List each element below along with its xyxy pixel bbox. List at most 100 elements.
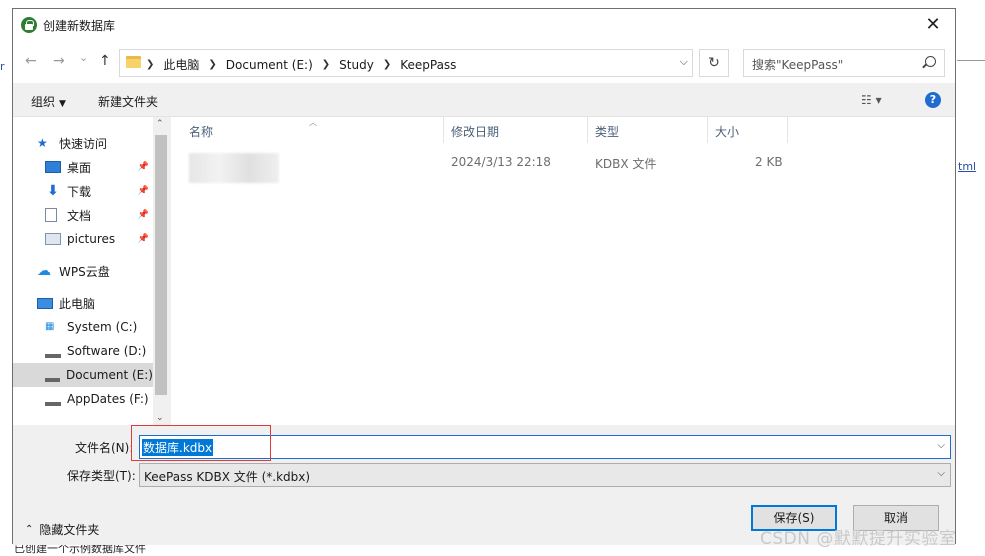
sidebar-item-system-drive[interactable]: ▦ System (C:) bbox=[13, 315, 153, 339]
title-bar: 创建新数据库 ✕ bbox=[13, 9, 955, 41]
breadcrumb-study[interactable]: Study bbox=[339, 58, 374, 72]
up-arrow-icon[interactable]: ↑ bbox=[99, 53, 111, 69]
sidebar-item-label: 快速访问 bbox=[59, 136, 108, 151]
breadcrumb: ❯ 此电脑 ❯ Document (E:) ❯ Study ❯ KeepPass bbox=[146, 56, 456, 73]
scroll-up-icon[interactable]: ⌃ bbox=[156, 119, 164, 129]
back-arrow-icon[interactable]: ← bbox=[25, 53, 37, 69]
caret-down-icon: ▼ bbox=[59, 99, 66, 109]
column-divider[interactable] bbox=[787, 117, 788, 143]
sidebar-item-label: 此电脑 bbox=[59, 296, 96, 311]
filetype-select[interactable]: KeePass KDBX 文件 (*.kdbx) ⌵ bbox=[139, 463, 951, 487]
hide-folders-toggle[interactable]: ⌃ 隐藏文件夹 bbox=[25, 521, 99, 538]
search-icon[interactable] bbox=[925, 56, 936, 67]
close-button[interactable]: ✕ bbox=[911, 9, 955, 41]
file-size: 2 KB bbox=[755, 155, 783, 169]
breadcrumb-separator-icon: ❯ bbox=[146, 59, 155, 70]
save-dialog: 创建新数据库 ✕ ← → ⌄ ↑ ❯ 此电脑 ❯ Document (E:) ❯… bbox=[12, 8, 956, 545]
scroll-down-icon[interactable]: ⌄ bbox=[156, 413, 164, 423]
column-divider[interactable] bbox=[707, 117, 708, 143]
drive-icon bbox=[45, 397, 61, 406]
forward-arrow-icon[interactable]: → bbox=[53, 53, 65, 69]
command-toolbar: 组织 ▼ 新建文件夹 ☷ ▾ ? bbox=[13, 83, 955, 117]
column-header-name[interactable]: 名称 bbox=[189, 123, 213, 140]
address-history-chevron-icon[interactable]: ⌵ bbox=[680, 55, 688, 69]
folder-icon bbox=[126, 56, 141, 68]
sidebar-item-label: Document (E:) bbox=[66, 368, 153, 382]
file-modified-date: 2024/3/13 22:18 bbox=[451, 155, 551, 169]
background-divider bbox=[957, 60, 985, 61]
sidebar-item-label: 桌面 bbox=[67, 160, 92, 175]
sidebar-item-label: WPS云盘 bbox=[59, 264, 110, 279]
dialog-title: 创建新数据库 bbox=[43, 19, 116, 33]
view-options-icon[interactable]: ☷ ▾ bbox=[861, 93, 882, 107]
sidebar-item-wps-cloud[interactable]: ☁ WPS云盘 bbox=[13, 259, 153, 283]
navigation-scrollbar[interactable]: ⌃ ⌄ bbox=[153, 117, 169, 425]
address-bar[interactable]: ❯ 此电脑 ❯ Document (E:) ❯ Study ❯ KeepPass… bbox=[119, 49, 693, 77]
column-divider[interactable] bbox=[587, 117, 588, 143]
navigation-bar: ← → ⌄ ↑ ❯ 此电脑 ❯ Document (E:) ❯ Study ❯ … bbox=[13, 41, 955, 83]
breadcrumb-separator-icon[interactable]: ❯ bbox=[208, 59, 216, 70]
drive-icon bbox=[45, 373, 61, 382]
keepass-lock-icon bbox=[21, 17, 37, 33]
sidebar-item-documents[interactable]: 文档 📌 bbox=[13, 203, 153, 227]
csdn-watermark: CSDN @默默提升实验室 bbox=[760, 529, 957, 549]
sidebar-item-label: pictures bbox=[67, 232, 116, 246]
sidebar-item-label: System (C:) bbox=[67, 320, 138, 334]
column-header-size[interactable]: 大小 bbox=[715, 123, 739, 140]
organize-menu[interactable]: 组织 ▼ bbox=[31, 93, 66, 110]
sidebar-item-software-drive[interactable]: Software (D:) bbox=[13, 339, 153, 363]
cloud-icon: ☁ bbox=[37, 263, 51, 279]
search-box[interactable]: 搜索"KeepPass" bbox=[743, 49, 945, 77]
drive-icon bbox=[45, 349, 61, 358]
breadcrumb-document-drive[interactable]: Document (E:) bbox=[226, 58, 313, 72]
sidebar-item-downloads[interactable]: ⬇ 下载 📌 bbox=[13, 179, 153, 203]
table-row[interactable]: 2024/3/13 22:18 KDBX 文件 2 KB bbox=[171, 147, 955, 183]
organize-label: 组织 bbox=[31, 95, 56, 109]
filetype-label: 保存类型(T): bbox=[67, 469, 136, 483]
refresh-button[interactable]: ↻ bbox=[699, 49, 729, 77]
sidebar-item-desktop[interactable]: 桌面 📌 bbox=[13, 155, 153, 179]
sidebar-item-pictures[interactable]: pictures 📌 bbox=[13, 227, 153, 251]
pin-icon[interactable]: 📌 bbox=[138, 162, 149, 172]
pin-icon[interactable]: 📌 bbox=[138, 186, 149, 196]
sidebar-item-label: Software (D:) bbox=[67, 344, 147, 358]
breadcrumb-keeppass[interactable]: KeepPass bbox=[400, 58, 456, 72]
scrollbar-thumb[interactable] bbox=[155, 135, 167, 395]
column-header-modified[interactable]: 修改日期 bbox=[451, 123, 499, 140]
highlight-annotation bbox=[131, 425, 271, 461]
pin-icon[interactable]: 📌 bbox=[138, 210, 149, 220]
background-link-fragment[interactable]: tml bbox=[958, 160, 976, 173]
file-name-redacted bbox=[189, 153, 279, 183]
breadcrumb-separator-icon[interactable]: ❯ bbox=[383, 59, 391, 70]
sidebar-item-this-pc[interactable]: 此电脑 bbox=[13, 291, 153, 315]
recent-locations-chevron-icon[interactable]: ⌄ bbox=[79, 51, 88, 64]
windows-drive-icon: ▦ bbox=[45, 321, 55, 332]
filename-label: 文件名(N): bbox=[75, 441, 134, 455]
pin-icon[interactable]: 📌 bbox=[138, 234, 149, 244]
breadcrumb-separator-icon[interactable]: ❯ bbox=[322, 59, 330, 70]
chevron-down-icon[interactable]: ⌵ bbox=[937, 468, 945, 479]
sidebar-item-document-drive[interactable]: Document (E:) bbox=[13, 363, 153, 387]
sidebar-item-label: 下载 bbox=[67, 184, 92, 199]
navigation-pane: ★ 快速访问 桌面 📌 ⬇ 下载 📌 文档 📌 pictures 📌 ☁ WPS… bbox=[13, 117, 169, 425]
search-input[interactable]: 搜索"KeepPass" bbox=[752, 56, 843, 73]
desktop-icon bbox=[45, 161, 61, 173]
chevron-up-icon: ⌃ bbox=[25, 524, 34, 535]
computer-icon bbox=[37, 297, 53, 309]
document-icon bbox=[45, 208, 57, 222]
breadcrumb-this-pc[interactable]: 此电脑 bbox=[163, 56, 199, 73]
filetype-value: KeePass KDBX 文件 (*.kdbx) bbox=[144, 470, 311, 484]
file-list: ︿ 名称 修改日期 类型 大小 2024/3/13 22:18 KDBX 文件 … bbox=[171, 117, 955, 425]
sort-ascending-icon: ︿ bbox=[309, 118, 317, 127]
column-divider[interactable] bbox=[443, 117, 444, 143]
new-folder-button[interactable]: 新建文件夹 bbox=[98, 93, 158, 110]
sidebar-item-appdates-drive[interactable]: AppDates (F:) bbox=[13, 387, 153, 411]
file-type: KDBX 文件 bbox=[595, 157, 657, 171]
help-icon[interactable]: ? bbox=[925, 92, 941, 108]
column-header-type[interactable]: 类型 bbox=[595, 123, 619, 140]
sidebar-item-label: AppDates (F:) bbox=[67, 392, 149, 406]
background-link-fragment-left: r bbox=[0, 60, 5, 73]
sidebar-item-quick-access[interactable]: ★ 快速访问 bbox=[13, 131, 153, 155]
hide-folders-label: 隐藏文件夹 bbox=[39, 523, 100, 537]
chevron-down-icon[interactable]: ⌵ bbox=[937, 440, 945, 451]
